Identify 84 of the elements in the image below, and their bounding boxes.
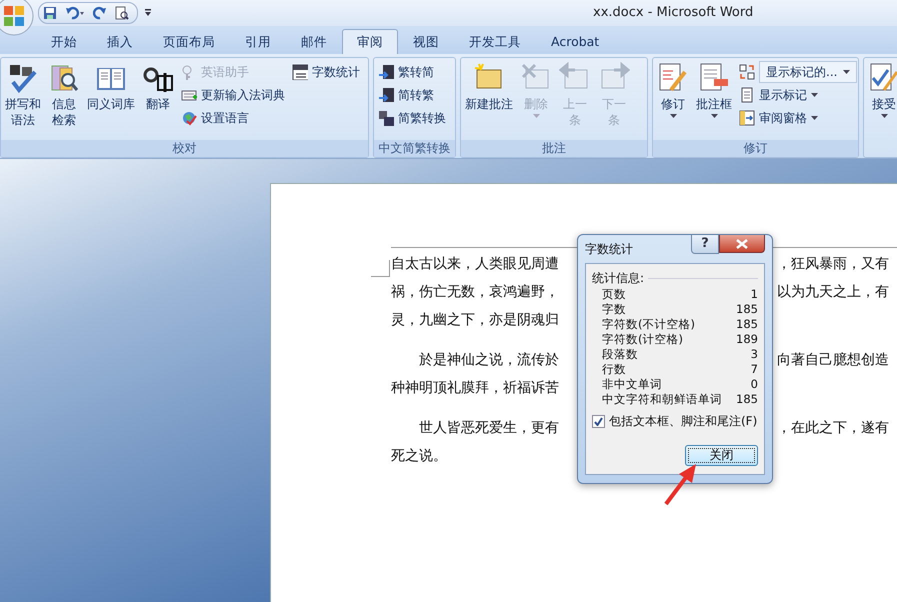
stat-value: 0 [750,377,758,392]
checkbox-label: 包括文本框、脚注和尾注(F) [609,413,758,430]
ribbon-button[interactable]: 设置语言 [179,108,287,128]
ribbon-tab[interactable]: 开始 [36,29,92,54]
document-text: 灵，九幽之下，亦是阴魂归 [391,312,559,328]
dialog-title: 字数统计 [585,241,634,258]
help-button[interactable]: ? [691,235,719,254]
ribbon-tab[interactable]: 开发工具 [454,29,536,54]
document-text: 世人皆恶死爱生，更有 [418,420,559,436]
document-text: ，狂风暴雨，又有 [777,255,889,274]
stat-label: 字符数(计空格) [602,332,683,347]
customize-arrow-icon[interactable] [144,9,152,17]
stat-value: 189 [736,332,758,347]
section-label: 统计信息: [592,270,644,287]
stat-value: 3 [750,347,758,362]
close-button[interactable] [719,235,765,253]
character-pair-icon [378,110,394,126]
group-label: 中文简繁转换 [374,140,455,157]
stat-label: 页数 [602,287,626,302]
ribbon-button[interactable]: 修订 [655,60,691,140]
document-icon [739,87,755,103]
ribbon-tab[interactable]: Acrobat [536,29,614,54]
ribbon-button[interactable]: 拼写和语法 [3,60,43,140]
spelling-check-icon [7,62,39,94]
group-label: 修订 [653,140,858,157]
ribbon-tab[interactable]: 插入 [92,29,148,54]
window-title: xx.docx - Microsoft Word [593,5,754,20]
stat-value: 7 [750,362,758,377]
undo-icon[interactable] [65,6,85,20]
globe-icon [181,110,197,126]
group-label: 批注 [461,140,647,157]
group-label: 校对 [1,140,368,157]
ribbon-button[interactable]: 信息检索 [46,60,82,140]
ribbon-button[interactable]: 简转繁 [376,85,448,105]
close-icon [736,238,748,248]
stat-value: 1 [750,287,758,302]
ribbon-button[interactable]: 新建批注 [463,60,515,140]
ribbon-button[interactable]: 简繁转换 [376,108,448,128]
arrow-character-icon [378,64,394,80]
arrow-character-icon [378,87,394,103]
ribbon-button[interactable]: 更新输入法词典 [179,85,287,105]
ribbon-tab[interactable]: 审阅 [342,29,398,54]
stat-value: 185 [736,317,758,332]
ribbon-button[interactable]: 显示标记 [737,85,860,105]
ribbon-button[interactable]: 同义词库 [85,60,137,140]
save-icon[interactable] [43,6,57,20]
stat-label: 非中文单词 [602,377,662,392]
document-text: 以为九天之上，有 [777,283,889,302]
print-preview-icon[interactable] [115,6,129,20]
document-text: 自太古以来，人类眼见周遭 [391,256,559,272]
check-pencil-icon [868,62,897,94]
document-text: 死之说。 [391,448,447,464]
document-pencil-icon [657,62,689,94]
stat-label: 字符数(不计空格) [602,317,695,332]
pane-icon [739,110,755,126]
ribbon-tab[interactable]: 邮件 [286,29,342,54]
document-text: 向著自己臆想创造 [777,351,889,370]
markup-icon [739,64,755,80]
redo-icon[interactable] [93,6,107,20]
ribbon-button[interactable]: 审阅窗格 [737,108,860,128]
stat-label: 行数 [602,362,626,377]
document-text: 於是神仙之说，流传於 [418,352,559,368]
ribbon-button[interactable]: 繁转简 [376,62,448,82]
close-dialog-button[interactable]: 关闭 [685,445,758,466]
ribbon-tab[interactable]: 视图 [398,29,454,54]
ribbon-tab[interactable]: 页面布局 [148,29,230,54]
stat-value: 185 [736,302,758,317]
document-text: 祸，伤亡无数，哀鸿遍野， [391,284,559,300]
ribbon-button[interactable]: 字数统计 [290,62,362,82]
stat-label: 中文字符和朝鲜语单词 [602,392,722,407]
document-text: 种神明顶礼膜拜，祈福诉苦 [391,380,559,396]
ribbon-button[interactable]: 批注框 [694,60,734,140]
checkbox[interactable] [592,415,605,428]
ribbon-tab[interactable]: 引用 [230,29,286,54]
stat-value: 185 [736,392,758,407]
stat-label: 字数 [602,302,626,317]
ribbon-button[interactable]: 翻译 [140,60,176,140]
pointer-arrow [663,462,699,506]
office-logo-icon[interactable] [0,0,34,36]
stat-label: 段落数 [602,347,638,362]
markup-dropdown[interactable]: 显示标记的... [759,61,858,83]
checkmark-icon [594,417,603,426]
margin-corner-mark [371,260,390,277]
document-text: ，在此之下，遂有 [777,419,889,438]
